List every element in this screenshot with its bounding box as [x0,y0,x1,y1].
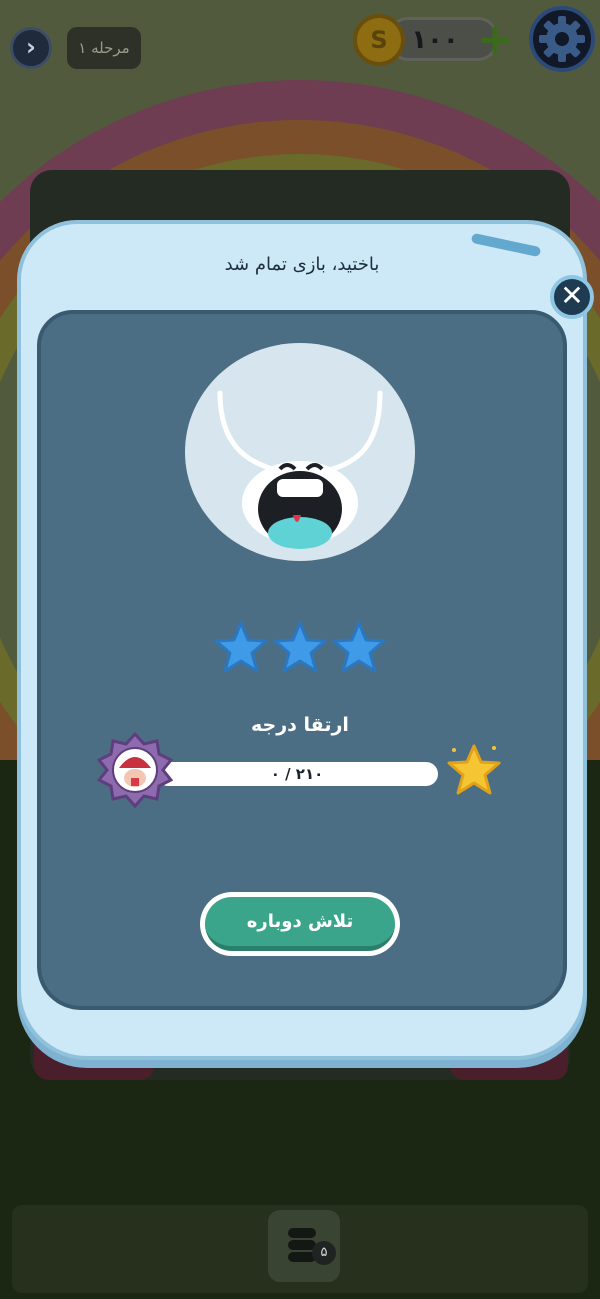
settings-button[interactable] [529,6,595,72]
star-empty-icon [214,621,268,673]
rank-up-title: ارتقا درجه [251,714,349,736]
back-button[interactable]: › [10,27,52,69]
star-empty-icon [273,621,327,673]
add-coins-button[interactable]: + [473,18,517,64]
helper-count-badge: ۵ [312,1241,336,1265]
close-icon: ✕ [560,279,584,312]
star-empty-icon [332,621,386,673]
close-button[interactable]: ✕ [550,275,594,319]
coin-count: ۱۰۰ [411,25,459,55]
rank-badge-icon [97,732,173,808]
rank-progress-bar: ۰ / ۲۱۰ [156,762,438,786]
coin-icon: S [353,14,405,66]
rank-progress-text: ۰ / ۲۱۰ [270,765,324,783]
gear-icon [539,16,585,62]
retry-button-label: تلاش دوباره [205,897,395,951]
gold-star-icon [447,744,501,795]
chevron-right-icon: › [26,33,36,61]
dialog-title: باختید، بازی تمام شد [224,254,380,275]
level-label: مرحله ۱ [67,27,141,69]
character-portrait [185,343,415,561]
retry-button[interactable]: تلاش دوباره [200,892,400,956]
crying-character-icon [217,390,383,549]
plus-icon: + [476,14,514,65]
star-rating [213,620,387,680]
